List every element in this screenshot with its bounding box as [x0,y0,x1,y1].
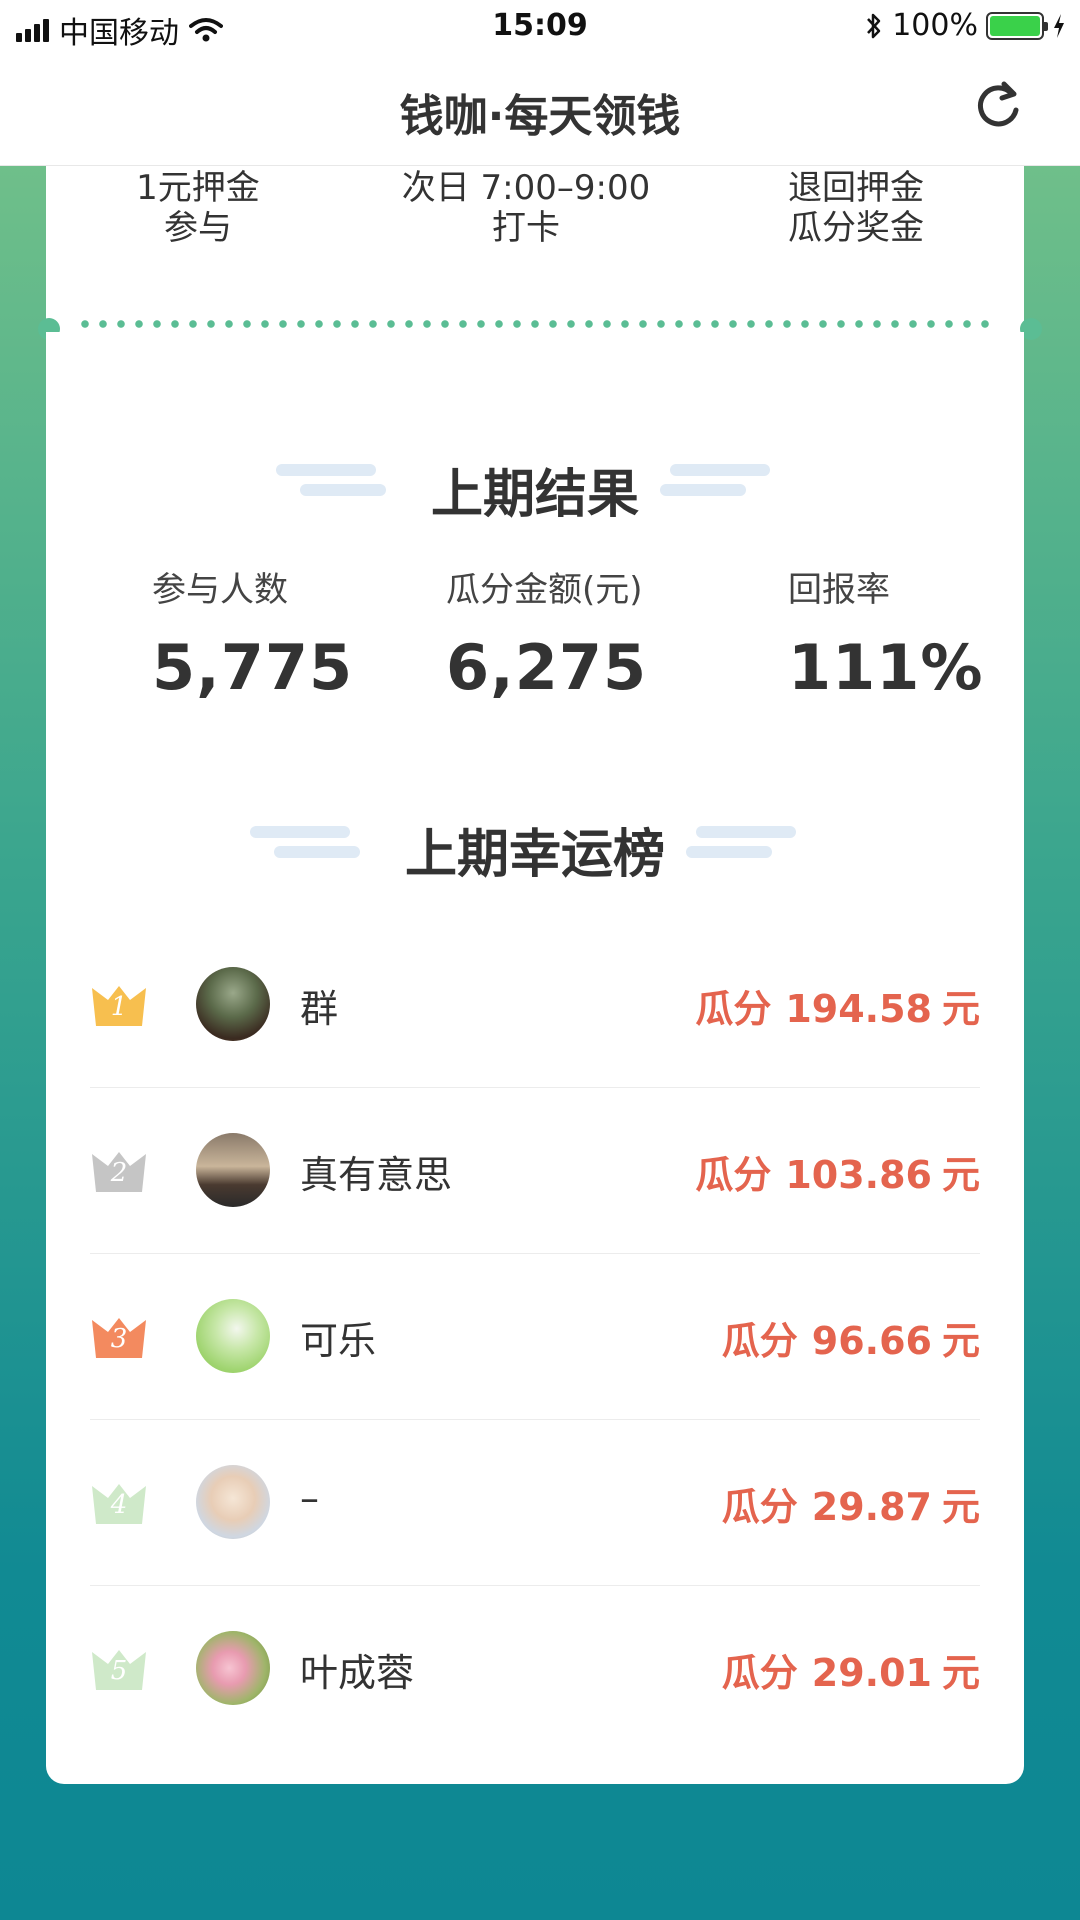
rank-number: 5 [110,1656,128,1686]
bluetooth-icon [867,13,881,38]
share-unit: 元 [941,1485,980,1529]
share-value: 103.86 [785,1153,932,1197]
avatar[interactable] [196,1299,270,1373]
share-unit: 元 [941,1153,980,1197]
status-bar: 中国移动 15:09 100% [0,0,1080,56]
share-unit: 元 [941,987,980,1031]
battery-percent: 100% [892,8,978,43]
rank-number: 2 [110,1158,128,1188]
stat-return-rate: 回报率 111% [788,562,984,704]
lucky-board-row: 5 叶成蓉 瓜分 29.01 元 [90,1586,980,1752]
stat-value: 6,275 [446,631,648,704]
lucky-board-title: 上期幸运榜 [404,825,665,885]
step-checkin: 次日 7:00–9:00 打卡 [376,168,676,248]
steps-row: 1元押金 参与 次日 7:00–9:00 打卡 退回押金 瓜分奖金 [46,166,1024,316]
share-prefix: 瓜分 [721,1651,798,1695]
refresh-button[interactable] [968,76,1028,136]
share-prefix: 瓜分 [721,1319,798,1363]
steps-card: 1元押金 参与 次日 7:00–9:00 打卡 退回押金 瓜分奖金 [46,166,1024,316]
lucky-board-row: 2 真有意思 瓜分 103.86 元 [90,1088,980,1254]
rank-number: 1 [110,992,128,1022]
share-amount: 瓜分 96.66 元 [722,1310,980,1365]
user-name: 群 [300,987,339,1031]
lucky-board-row: 3 可乐 瓜分 96.66 元 [90,1254,980,1420]
stat-label: 瓜分金额(元) [446,570,643,610]
stat-amount: 瓜分金额(元) 6,275 [446,562,647,704]
step-line2: 打卡 [492,208,560,248]
crown-icon: 3 [90,1314,148,1360]
share-value: 29.87 [811,1485,932,1529]
battery-icon [986,11,1048,40]
share-prefix: 瓜分 [721,1485,798,1529]
stat-value: 5,775 [152,631,354,704]
share-unit: 元 [941,1651,980,1695]
refresh-icon [978,81,1019,127]
user-name: 叶成蓉 [300,1651,415,1695]
share-amount: 瓜分 194.58 元 [695,978,980,1033]
crown-icon: 1 [90,982,148,1028]
share-prefix: 瓜分 [695,987,772,1031]
lucky-board-row: 1 群 瓜分 194.58 元 [90,922,980,1088]
avatar[interactable] [196,1465,270,1539]
share-value: 29.01 [811,1651,932,1695]
results-card: 上期结果 参与人数 5,775 瓜分金额(元) 6,275 回报率 111% 上… [46,332,1024,1784]
step-line2: 参与 [164,208,232,248]
crown-icon: 5 [90,1646,148,1692]
user-name: – [300,1476,319,1520]
cloud-decoration-right [660,464,770,504]
share-unit: 元 [941,1319,980,1363]
share-amount: 瓜分 29.01 元 [722,1642,980,1697]
step-line1: 1元押金 [136,168,260,208]
last-results-title: 上期结果 [430,465,639,525]
share-prefix: 瓜分 [695,1153,772,1197]
stat-label: 参与人数 [152,570,288,610]
user-name: 真有意思 [300,1153,453,1197]
share-amount: 瓜分 29.87 元 [722,1476,980,1531]
rank-number: 3 [110,1324,128,1354]
dotted-divider [46,316,1024,332]
avatar[interactable] [196,1133,270,1207]
crown-icon: 2 [90,1148,148,1194]
nav-bar: 钱咖·每天领钱 [0,56,1080,166]
lucky-board-list: 1 群 瓜分 194.58 元 2 真有意思 瓜分 103.86 元 3 可乐 瓜分 96… [90,922,980,1752]
status-right: 100% [864,8,1066,43]
step-line1: 退回押金 [788,168,924,208]
lucky-board-row: 4 – 瓜分 29.87 元 [90,1420,980,1586]
stat-value: 111% [788,631,984,704]
step-deposit: 1元押金 参与 [98,168,298,248]
step-reward: 退回押金 瓜分奖金 [746,168,966,248]
charging-icon [1054,13,1064,38]
avatar[interactable] [196,967,270,1041]
page-title: 钱咖·每天领钱 [399,91,681,142]
avatar[interactable] [196,1631,270,1705]
step-line2: 瓜分奖金 [788,208,924,248]
stat-label: 回报率 [788,570,890,610]
stat-participants: 参与人数 5,775 [152,562,353,704]
rank-number: 4 [110,1490,128,1520]
share-value: 194.58 [785,987,932,1031]
step-line1: 次日 7:00–9:00 [401,168,651,208]
crown-icon: 4 [90,1480,148,1526]
cloud-decoration-right [686,826,796,866]
share-value: 96.66 [811,1319,932,1363]
user-name: 可乐 [300,1319,377,1363]
share-amount: 瓜分 103.86 元 [695,1144,980,1199]
